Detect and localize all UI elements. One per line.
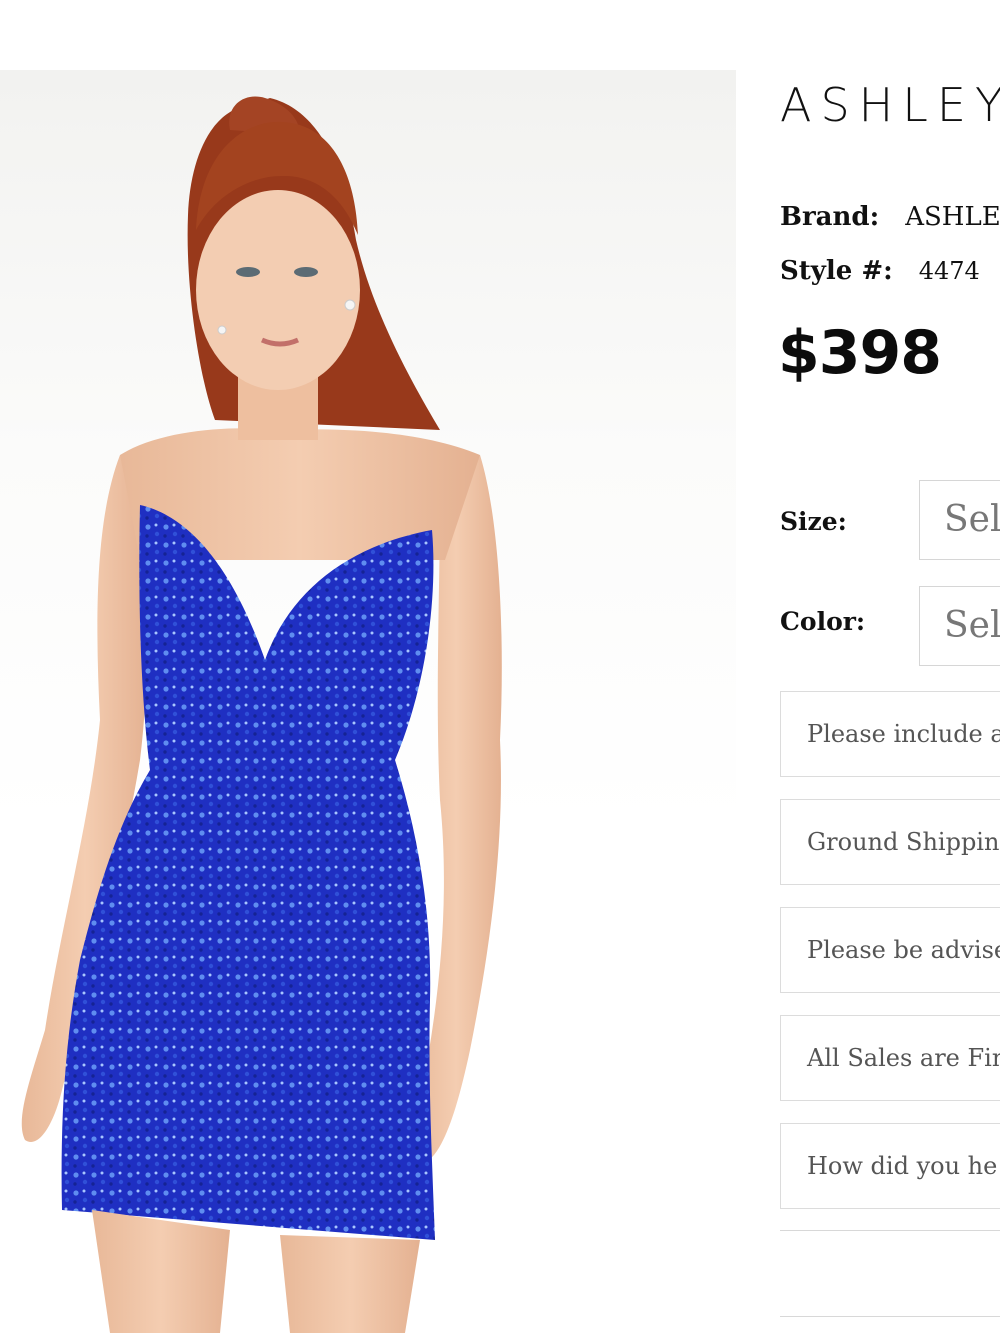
- notice-field[interactable]: Please include a: [780, 691, 1000, 777]
- style-row: Style #: 4474: [780, 256, 980, 286]
- style-value: 4474: [918, 257, 980, 285]
- notice-field[interactable]: All Sales are Fin: [780, 1015, 1000, 1101]
- color-label: Color:: [780, 607, 866, 636]
- notice-field[interactable]: Ground Shippin: [780, 799, 1000, 885]
- color-select[interactable]: Sele: [919, 586, 1000, 666]
- size-select[interactable]: Sele: [919, 480, 1000, 560]
- brand-label: Brand:: [780, 202, 880, 232]
- brand-value: ASHLEY: [905, 202, 1000, 232]
- notice-field[interactable]: How did you he: [780, 1123, 1000, 1209]
- divider: [780, 1316, 1000, 1317]
- product-image[interactable]: [0, 70, 736, 1333]
- dress-photo-illustration: [21, 96, 502, 1333]
- brand-logo[interactable]: ASHLEY: [780, 78, 1000, 132]
- product-price: $398: [778, 318, 942, 388]
- divider: [780, 1230, 1000, 1231]
- style-label: Style #:: [780, 256, 893, 286]
- size-label: Size:: [780, 507, 847, 536]
- notice-field[interactable]: Please be advise: [780, 907, 1000, 993]
- brand-row: Brand: ASHLEY: [780, 202, 1000, 232]
